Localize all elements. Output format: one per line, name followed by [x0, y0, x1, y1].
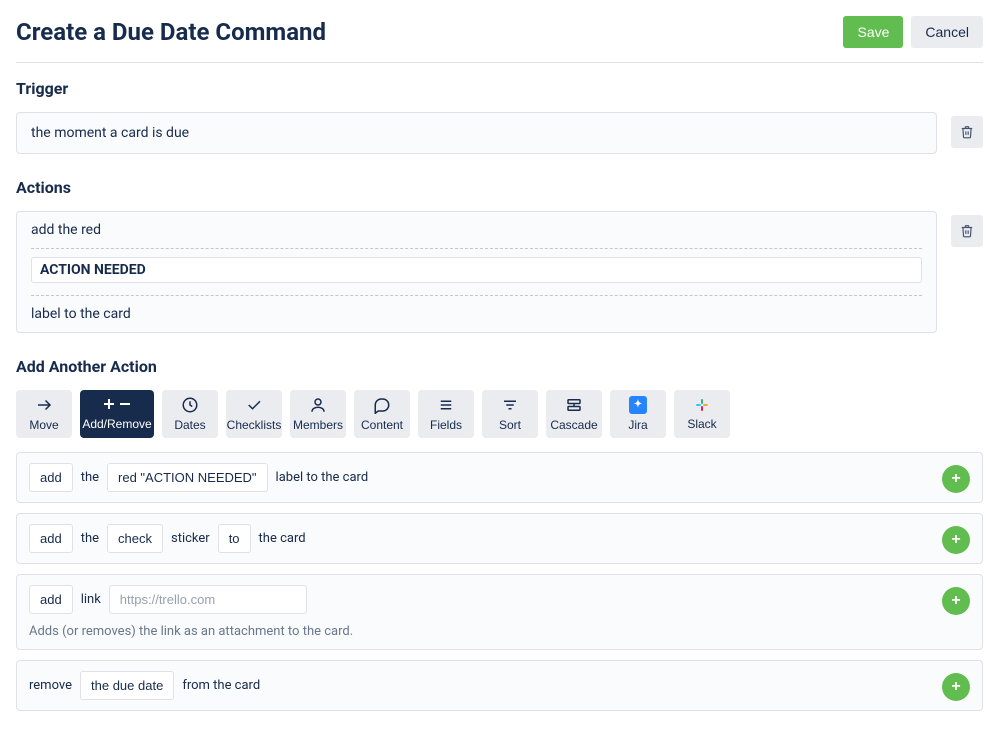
action-row: add the red label to the card	[16, 211, 983, 333]
verb-text: remove	[29, 678, 72, 693]
template-remove-due-date: remove the due date from the card +	[16, 660, 983, 711]
tab-slack[interactable]: Slack	[674, 390, 730, 438]
template-add-link: add link Adds (or removes) the link as a…	[16, 574, 983, 650]
verb-toggle[interactable]: add	[29, 463, 73, 492]
person-icon	[309, 396, 327, 414]
tab-label: Slack	[687, 417, 716, 431]
plus-icon: +	[951, 531, 960, 549]
plus-minus-icon	[103, 397, 131, 413]
actions-heading: Actions	[16, 178, 983, 197]
tab-checklists[interactable]: Checklists	[226, 390, 282, 438]
text: label to the card	[276, 470, 369, 485]
add-another-heading: Add Another Action	[16, 357, 983, 376]
verb-toggle[interactable]: add	[29, 524, 73, 553]
sticker-value-select[interactable]: check	[107, 524, 163, 553]
tab-label: Jira	[628, 418, 647, 432]
save-button[interactable]: Save	[843, 16, 903, 48]
tab-label: Cascade	[550, 418, 597, 432]
clock-icon	[181, 396, 199, 414]
header-buttons: Save Cancel	[843, 16, 983, 48]
tab-label: Sort	[499, 418, 521, 432]
tab-label: Add/Remove	[82, 417, 151, 431]
text: sticker	[171, 531, 210, 546]
tab-jira[interactable]: ✦ Jira	[610, 390, 666, 438]
link-url-input[interactable]	[109, 585, 307, 614]
tab-label: Members	[293, 418, 343, 432]
due-date-select[interactable]: the due date	[80, 671, 174, 700]
text: the	[81, 470, 99, 485]
speech-bubble-icon	[373, 396, 391, 414]
tab-label: Content	[361, 418, 403, 432]
trash-icon	[960, 224, 974, 238]
text: from the card	[182, 678, 260, 693]
page-header: Create a Due Date Command Save Cancel	[16, 16, 983, 63]
delete-trigger-button[interactable]	[951, 116, 983, 148]
text: the	[81, 531, 99, 546]
cascade-icon	[565, 396, 583, 414]
plus-icon: +	[951, 678, 960, 696]
trigger-heading: Trigger	[16, 79, 983, 98]
template-add-sticker: add the check sticker to the card +	[16, 513, 983, 564]
delete-action-button[interactable]	[951, 215, 983, 247]
tab-content[interactable]: Content	[354, 390, 410, 438]
page-title: Create a Due Date Command	[16, 18, 326, 46]
tab-label: Move	[29, 418, 58, 432]
arrow-right-icon	[35, 396, 53, 414]
add-action-button[interactable]: +	[942, 465, 970, 493]
sort-icon	[501, 396, 519, 414]
label-tag-row	[17, 249, 936, 295]
hint-text: Adds (or removes) the link as an attachm…	[29, 624, 970, 639]
tab-add-remove[interactable]: Add/Remove	[80, 390, 154, 438]
tab-label: Checklists	[227, 418, 282, 432]
sticker-position-select[interactable]: to	[218, 524, 251, 553]
check-icon	[245, 396, 263, 414]
trigger-text: the moment a card is due	[31, 125, 189, 141]
tab-members[interactable]: Members	[290, 390, 346, 438]
trigger-box: the moment a card is due	[16, 112, 937, 154]
trash-icon	[960, 125, 974, 139]
action-post-text: label to the card	[17, 296, 936, 332]
template-add-label: add the red "ACTION NEEDED" label to the…	[16, 452, 983, 503]
text: the card	[259, 531, 306, 546]
add-action-button[interactable]: +	[942, 587, 970, 615]
add-action-button[interactable]: +	[942, 526, 970, 554]
trigger-row: the moment a card is due	[16, 112, 983, 154]
tab-fields[interactable]: Fields	[418, 390, 474, 438]
tab-cascade[interactable]: Cascade	[546, 390, 602, 438]
jira-icon: ✦	[629, 396, 647, 414]
lines-icon	[437, 396, 455, 414]
plus-icon: +	[951, 592, 960, 610]
tab-label: Fields	[430, 418, 462, 432]
tab-dates[interactable]: Dates	[162, 390, 218, 438]
tab-move[interactable]: Move	[16, 390, 72, 438]
tab-sort[interactable]: Sort	[482, 390, 538, 438]
plus-icon: +	[951, 470, 960, 488]
tab-label: Dates	[174, 418, 205, 432]
verb-toggle[interactable]: add	[29, 585, 73, 614]
cancel-button[interactable]: Cancel	[911, 16, 983, 48]
text: link	[81, 592, 101, 607]
label-value-select[interactable]: red "ACTION NEEDED"	[107, 463, 268, 492]
label-name-input[interactable]	[31, 257, 922, 283]
action-category-tabs: Move Add/Remove Dates Checklists Members…	[16, 390, 983, 438]
action-box: add the red label to the card	[16, 211, 937, 333]
slack-icon	[694, 397, 710, 413]
action-pre-text: add the red	[17, 212, 936, 248]
